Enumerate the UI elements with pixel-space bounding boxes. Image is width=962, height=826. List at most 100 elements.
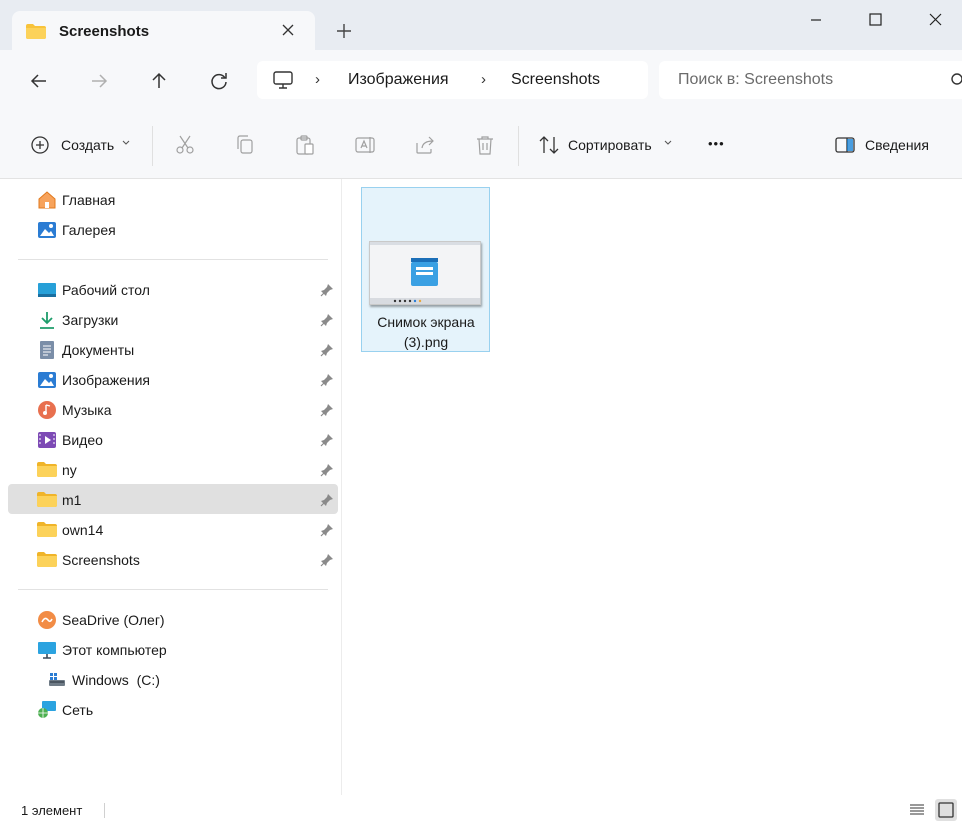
home-icon [38, 191, 56, 209]
sort-icon [539, 136, 559, 154]
sidebar-item-label: Загрузки [62, 312, 119, 328]
sidebar-item-label: Музыка [62, 402, 112, 418]
cut-icon[interactable] [173, 133, 197, 157]
sidebar-item-network[interactable] [8, 695, 338, 725]
toolbar-divider [518, 126, 519, 166]
details-view-button[interactable] [906, 799, 928, 821]
sidebar-item-label: Этот компьютер [62, 642, 167, 658]
breadcrumb-pictures[interactable]: Изображения [348, 71, 449, 89]
sidebar-item-pictures[interactable] [8, 365, 338, 395]
pictures-icon [38, 372, 56, 388]
pin-icon[interactable] [320, 403, 334, 417]
sidebar-item-label: m1 [62, 492, 82, 508]
sidebar-item-seadrive[interactable] [8, 605, 338, 635]
search-icon[interactable] [948, 72, 962, 88]
sidebar-item-label: Сеть [62, 702, 94, 718]
chevron-down-icon [664, 140, 672, 145]
sidebar-item-desktop[interactable] [8, 275, 338, 305]
folder-icon [37, 462, 57, 477]
sidebar-divider [18, 259, 328, 260]
gallery-icon [38, 222, 56, 238]
sidebar-item-ny[interactable] [8, 455, 338, 485]
new-tab-button[interactable] [333, 20, 355, 42]
copy-icon[interactable] [233, 133, 257, 157]
search-placeholder: Поиск в: Screenshots [678, 71, 834, 88]
toolbar-divider [152, 126, 153, 166]
pin-icon[interactable] [320, 343, 334, 357]
status-bar [0, 795, 962, 826]
create-button[interactable]: Создать [61, 137, 114, 153]
music-icon [38, 401, 56, 419]
computer-icon [38, 642, 56, 659]
sidebar-item-this-pc[interactable] [8, 635, 338, 665]
add-icon [31, 136, 49, 154]
share-icon[interactable] [413, 133, 437, 157]
sidebar-item-screenshots[interactable] [8, 545, 338, 575]
delete-icon[interactable] [473, 133, 497, 157]
pin-icon[interactable] [320, 373, 334, 387]
tab-title: Screenshots [59, 23, 150, 40]
minimize-button[interactable] [798, 8, 834, 32]
sidebar-item-videos[interactable] [8, 425, 338, 455]
close-window-button[interactable] [917, 8, 953, 32]
sidebar-item-downloads[interactable] [8, 305, 338, 335]
pin-icon[interactable] [320, 433, 334, 447]
download-icon [40, 312, 54, 329]
details-button[interactable]: Сведения [865, 137, 929, 153]
refresh-button[interactable] [204, 66, 234, 96]
sidebar-item-label: Видео [62, 432, 103, 448]
drive-icon [49, 673, 65, 686]
sidebar-item-label: ny [62, 462, 77, 478]
sidebar-item-label: Windows (C:) [72, 672, 160, 688]
breadcrumb-screenshots[interactable]: Screenshots [511, 71, 600, 89]
maximize-button[interactable] [857, 8, 893, 32]
folder-icon [37, 522, 57, 537]
back-button[interactable] [24, 66, 54, 96]
rename-icon[interactable] [353, 133, 377, 157]
sidebar-item-own14[interactable] [8, 515, 338, 545]
folder-icon [26, 24, 46, 39]
documents-icon [40, 341, 54, 359]
sidebar-divider [18, 589, 328, 590]
sidebar-item-label: Галерея [62, 222, 116, 238]
pin-icon[interactable] [320, 283, 334, 297]
up-button[interactable] [144, 66, 174, 96]
sidebar-item-home[interactable] [8, 185, 338, 215]
pin-icon[interactable] [320, 523, 334, 537]
forward-button[interactable] [84, 66, 114, 96]
sidebar-item-label: Главная [62, 192, 116, 208]
desktop-icon [38, 283, 56, 297]
computer-icon [273, 71, 293, 89]
item-count: 1 элемент [21, 803, 83, 818]
sidebar-item-music[interactable] [8, 395, 338, 425]
file-name: Снимок экрана (3).png [364, 312, 488, 352]
breadcrumb-separator[interactable]: › [315, 71, 320, 88]
file-name-line: Снимок экрана [377, 314, 475, 330]
tab-screenshots[interactable] [12, 11, 315, 51]
sidebar-item-label: own14 [62, 522, 104, 538]
tiles-view-icon [938, 802, 954, 818]
pin-icon[interactable] [320, 463, 334, 477]
seadrive-icon [38, 611, 56, 629]
more-options-button[interactable]: ••• [708, 136, 725, 151]
sidebar-item-label: SeaDrive (Олег) [62, 612, 165, 628]
details-pane-icon [835, 137, 855, 153]
paste-icon[interactable] [293, 133, 317, 157]
chevron-down-icon [122, 140, 130, 145]
large-icons-view-button[interactable] [935, 799, 957, 821]
pin-icon[interactable] [320, 493, 334, 507]
file-thumbnail [369, 241, 481, 305]
sidebar-item-label: Рабочий стол [62, 282, 150, 298]
sidebar-item-m1[interactable] [8, 484, 338, 514]
sidebar-item-label: Документы [62, 342, 135, 358]
folder-icon [37, 552, 57, 567]
breadcrumb-separator[interactable]: › [481, 71, 486, 88]
sidebar-item-documents[interactable] [8, 335, 338, 365]
thumbnail-image [370, 242, 480, 304]
sidebar-item-label: Изображения [62, 372, 150, 388]
pin-icon[interactable] [320, 553, 334, 567]
close-icon[interactable] [278, 20, 298, 40]
sort-button[interactable]: Сортировать [568, 137, 652, 153]
pin-icon[interactable] [320, 313, 334, 327]
sidebar-item-gallery[interactable] [8, 215, 338, 245]
